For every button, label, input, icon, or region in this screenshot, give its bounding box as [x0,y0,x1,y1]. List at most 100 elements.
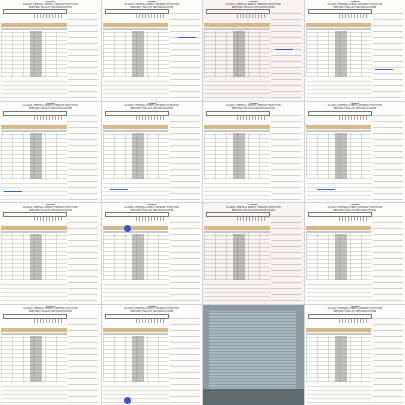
column-header-band [1,23,67,27]
ink-blot [123,396,131,404]
signature-section [169,314,200,403]
signature-section [271,10,301,98]
signature-section [68,213,98,301]
form-page-thumbnail: TRANS ALASKA CENTRAL DIRECT PRIMARY ELECT… [304,304,405,405]
form-page-thumbnail: TRANS ALASKA CENTRAL DIRECT PRIMARY ELECT… [101,0,202,101]
signature-section [169,111,200,200]
signature-section [68,314,98,403]
column-subheader [305,231,371,233]
checkbox-row [135,318,166,323]
form-page-thumbnail: TRANS ALASKA CENTRAL DIRECT PRIMARY ELECT… [304,0,405,101]
shaded-column [233,31,245,77]
signature-section [169,213,200,301]
form-page-thumbnail: TRANS ALASKA CENTRAL DIRECT PRIMARY ELECT… [0,203,101,304]
checkbox-row [338,217,369,221]
form-scan-grid: TRANS ALASKA CENTRAL DIRECT PRIMARY ELECT… [0,0,405,405]
column-header-band [102,124,168,129]
column-header-band [204,124,270,129]
checkbox-row [34,115,64,120]
totals-rows [305,283,372,301]
form-page-thumbnail: TRANS ALASKA CENTRAL DIRECT PRIMARY ELECT… [0,101,101,202]
totals-rows [305,384,372,403]
signature-section [372,10,403,98]
checkbox-row [237,217,267,221]
shaded-column [30,335,42,382]
form-page-thumbnail [203,304,304,405]
shaded-column [131,234,144,280]
totals-rows [305,80,372,98]
checkbox-row [135,115,166,120]
shaded-column [334,234,347,280]
form-page-thumbnail: TRANS ALASKA CENTRAL DIRECT PRIMARY ELECT… [304,203,405,304]
shaded-column [30,132,42,179]
totals-rows [102,80,169,98]
totals-rows [1,384,67,403]
column-header-band [1,226,67,230]
signature-section [372,213,403,301]
column-subheader [1,231,67,233]
checkbox-row [338,14,369,18]
shaded-column [30,31,42,77]
column-header-band [1,327,67,332]
column-header-band [305,23,371,27]
column-subheader [204,231,270,233]
column-header-band [305,124,371,129]
signature-section [68,10,98,98]
totals-rows [1,80,67,98]
handwritten-note [109,186,128,190]
handwritten-note [374,66,393,70]
checkbox-row [34,318,64,323]
column-header-band [102,23,168,27]
totals-rows [102,384,169,403]
form-page-thumbnail: TRANS ALASKA CENTRAL DIRECT PRIMARY ELECT… [203,0,304,101]
keyboard-area [203,389,304,405]
screen-photo [209,310,296,391]
column-subheader [102,28,168,30]
shaded-column [334,31,347,77]
column-header-band [1,124,67,129]
shaded-column [233,132,245,179]
column-subheader [1,28,67,30]
checkbox-row [34,14,64,18]
shaded-column [233,234,245,280]
column-subheader [102,332,168,335]
totals-rows [1,283,67,301]
checkbox-row [34,217,64,221]
shaded-column [131,31,144,77]
checkbox-row [338,115,369,120]
ink-blot [123,225,131,232]
column-subheader [1,332,67,335]
signature-section [372,111,403,200]
totals-rows [305,181,372,200]
column-header-band [305,226,371,230]
column-subheader [305,332,371,335]
form-page-thumbnail: TRANS ALASKA CENTRAL DIRECT PRIMARY ELECT… [203,101,304,202]
handwritten-note [177,34,196,38]
signature-section [372,314,403,403]
form-page-thumbnail: TRANS ALASKA CENTRAL DIRECT PRIMARY ELECT… [101,304,202,405]
handwritten-note [4,188,22,192]
totals-rows [204,283,270,301]
checkbox-row [135,14,166,18]
signature-section [68,111,98,200]
handwritten-note [275,46,293,50]
signature-section [169,10,200,98]
column-header-band [102,226,168,230]
form-page-thumbnail: TRANS ALASKA CENTRAL DIRECT PRIMARY ELECT… [0,304,101,405]
form-page-thumbnail: TRANS ALASKA CENTRAL DIRECT PRIMARY ELECT… [0,0,101,101]
signature-section [271,111,301,200]
shaded-column [334,132,347,179]
column-subheader [1,129,67,132]
column-header-band [102,327,168,332]
column-header-band [204,23,270,27]
form-page-thumbnail: TRANS ALASKA CENTRAL DIRECT PRIMARY ELECT… [203,203,304,304]
shaded-column [131,132,144,179]
column-header-band [305,327,371,332]
column-subheader [305,28,371,30]
checkbox-row [237,115,267,120]
totals-rows [204,181,270,200]
column-subheader [204,129,270,132]
column-subheader [305,129,371,132]
checkbox-row [338,318,369,323]
form-page-thumbnail: TRANS ALASKA CENTRAL DIRECT PRIMARY ELECT… [101,203,202,304]
